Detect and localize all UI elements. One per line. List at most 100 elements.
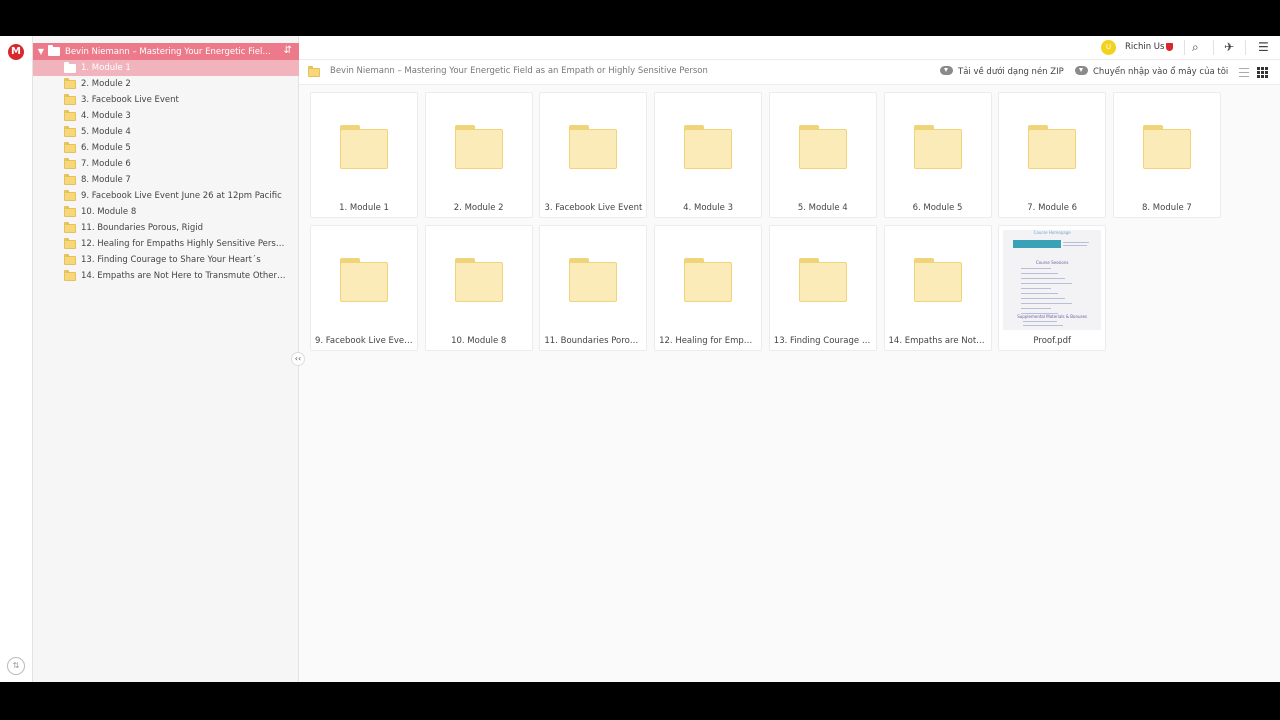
tree-item[interactable]: 9. Facebook Live Event June 26 at 12pm P… bbox=[33, 188, 299, 204]
tree-item[interactable]: 3. Facebook Live Event bbox=[33, 92, 299, 108]
card-name: 11. Boundaries Porous, Rigid bbox=[544, 336, 643, 346]
card-name: 3. Facebook Live Event bbox=[544, 203, 643, 213]
import-to-cloud-button[interactable]: Chuyển nhập vào ổ mây của tôi bbox=[1093, 67, 1228, 77]
tree-item-label: 8. Module 7 bbox=[81, 175, 131, 185]
folder-card[interactable]: 11. Boundaries Porous, Rigid bbox=[539, 225, 648, 351]
folder-icon bbox=[308, 66, 320, 77]
tree-item-label: 6. Module 5 bbox=[81, 143, 131, 153]
tree-item[interactable]: 2. Module 2 bbox=[33, 76, 299, 92]
card-name: 7. Module 6 bbox=[1027, 203, 1078, 213]
tree-item[interactable]: 10. Module 8 bbox=[33, 204, 299, 220]
folder-card[interactable]: 8. Module 7 bbox=[1112, 92, 1221, 218]
pdf-thumbnail: Course Homepage Course Sessions Supplement… bbox=[1003, 230, 1102, 330]
tree-root-folder[interactable]: ▼ Bevin Niemann – Mastering Your Energet… bbox=[33, 43, 299, 60]
folder-icon bbox=[569, 125, 618, 169]
file-card[interactable]: Course Homepage Course Sessions Supplement… bbox=[998, 225, 1107, 351]
tree-item-label: 5. Module 4 bbox=[81, 127, 131, 137]
folder-card[interactable]: 13. Finding Courage to Share Your Heart´… bbox=[768, 225, 877, 351]
card-name: 9. Facebook Live Event June 26 at 12pm P… bbox=[315, 336, 413, 346]
left-rail: M ⇅ bbox=[0, 36, 33, 682]
folder-card[interactable]: 1. Module 1 bbox=[310, 92, 418, 218]
tree-item-label: 12. Healing for Empaths Highly Sensitive… bbox=[81, 239, 287, 249]
mega-app-window: M ⇅ ▼ Bevin Niemann – Mastering Your Ene… bbox=[0, 36, 1280, 682]
folder-card[interactable]: 6. Module 5 bbox=[883, 92, 992, 218]
folder-icon bbox=[913, 125, 962, 169]
tree-item[interactable]: 5. Module 4 bbox=[33, 124, 299, 140]
card-name: 12. Healing for Empaths Highly Sensitive… bbox=[659, 336, 757, 346]
folder-card[interactable]: 5. Module 4 bbox=[768, 92, 877, 218]
download-zip-button[interactable]: Tải về dưới dạng nén ZIP bbox=[958, 67, 1064, 77]
folder-icon bbox=[64, 125, 76, 137]
thumb-section: Supplemental Materials & Bonuses bbox=[1017, 314, 1088, 319]
folder-tree-panel: ▼ Bevin Niemann – Mastering Your Energet… bbox=[33, 36, 299, 682]
sort-icon[interactable]: ⇵ bbox=[284, 45, 292, 56]
folder-card[interactable]: 7. Module 6 bbox=[998, 92, 1107, 218]
folder-card[interactable]: 12. Healing for Empaths Highly Sensitive… bbox=[654, 225, 763, 351]
divider bbox=[1184, 40, 1185, 55]
tree-item-label: 4. Module 3 bbox=[81, 111, 131, 121]
user-name[interactable]: Richin Us bbox=[1125, 42, 1164, 52]
folder-icon bbox=[48, 45, 60, 56]
tree-item-label: 10. Module 8 bbox=[81, 207, 137, 217]
folder-icon bbox=[340, 258, 388, 302]
card-name: 14. Empaths are Not Here to Transmute Ot… bbox=[888, 336, 987, 346]
caret-down-icon[interactable]: ▼ bbox=[34, 47, 48, 56]
divider bbox=[1213, 40, 1214, 55]
avatar[interactable]: U bbox=[1101, 40, 1116, 55]
cloud-upload-icon[interactable] bbox=[1075, 66, 1088, 75]
tree-item[interactable]: 4. Module 3 bbox=[33, 108, 299, 124]
folder-icon bbox=[64, 253, 76, 265]
folder-icon bbox=[64, 61, 76, 73]
grid-view-icon[interactable] bbox=[1257, 67, 1268, 78]
card-name: 8. Module 7 bbox=[1141, 203, 1192, 213]
tree-item-label: 11. Boundaries Porous, Rigid bbox=[81, 223, 204, 233]
folder-card[interactable]: 9. Facebook Live Event June 26 at 12pm P… bbox=[310, 225, 418, 351]
collapse-panel-button[interactable]: ‹‹ bbox=[291, 352, 305, 366]
transfer-icon[interactable]: ⇅ bbox=[7, 657, 25, 675]
tree-item[interactable]: 1. Module 1 bbox=[33, 60, 299, 76]
folder-icon bbox=[569, 258, 618, 302]
folder-icon bbox=[684, 125, 733, 169]
tree-item[interactable]: 11. Boundaries Porous, Rigid bbox=[33, 220, 299, 236]
tree-item[interactable]: 6. Module 5 bbox=[33, 140, 299, 156]
thumb-section: Course Sessions bbox=[1035, 260, 1069, 265]
folder-icon bbox=[340, 125, 388, 169]
tree-item-label: 7. Module 6 bbox=[81, 159, 131, 169]
card-name: Proof.pdf bbox=[1033, 336, 1071, 346]
folder-icon bbox=[454, 258, 503, 302]
tree-item[interactable]: 8. Module 7 bbox=[33, 172, 299, 188]
folder-icon bbox=[64, 173, 76, 185]
card-name: 10. Module 8 bbox=[451, 336, 507, 346]
folder-icon bbox=[64, 189, 76, 201]
cloud-download-icon[interactable] bbox=[940, 66, 953, 75]
top-bar: U Richin Us ⌕ ✈ ☰ bbox=[299, 36, 1280, 60]
search-icon[interactable]: ⌕ bbox=[1192, 40, 1199, 55]
breadcrumb[interactable]: Bevin Niemann – Mastering Your Energetic… bbox=[330, 66, 708, 76]
folder-icon bbox=[454, 125, 503, 169]
card-name: 5. Module 4 bbox=[797, 203, 848, 213]
folder-icon bbox=[798, 125, 847, 169]
folder-card[interactable]: 3. Facebook Live Event bbox=[539, 92, 648, 218]
tree-item[interactable]: 14. Empaths are Not Here to Transmute Ot… bbox=[33, 268, 299, 284]
folder-card[interactable]: 14. Empaths are Not Here to Transmute Ot… bbox=[883, 225, 992, 351]
tree-item[interactable]: 13. Finding Courage to Share Your Heart´… bbox=[33, 252, 299, 268]
mega-logo-icon[interactable]: M bbox=[8, 44, 24, 60]
tree-item-label: 2. Module 2 bbox=[81, 79, 131, 89]
tree-item[interactable]: 7. Module 6 bbox=[33, 156, 299, 172]
list-view-icon[interactable] bbox=[1239, 68, 1249, 77]
tree-item-label: 13. Finding Courage to Share Your Heart´… bbox=[81, 255, 261, 265]
tree-item[interactable]: 12. Healing for Empaths Highly Sensitive… bbox=[33, 236, 299, 252]
folder-card[interactable]: 2. Module 2 bbox=[424, 92, 533, 218]
rocket-icon[interactable]: ✈ bbox=[1224, 40, 1234, 54]
folder-icon bbox=[64, 221, 76, 233]
folder-card[interactable]: 4. Module 3 bbox=[654, 92, 763, 218]
folder-icon bbox=[64, 237, 76, 249]
tree-item-label: 9. Facebook Live Event June 26 at 12pm P… bbox=[81, 191, 282, 201]
folder-icon bbox=[64, 77, 76, 89]
menu-icon[interactable]: ☰ bbox=[1258, 40, 1269, 54]
folder-icon bbox=[684, 258, 733, 302]
folder-icon bbox=[64, 157, 76, 169]
folder-icon bbox=[1142, 125, 1191, 169]
folder-card[interactable]: 10. Module 8 bbox=[424, 225, 533, 351]
folder-icon bbox=[798, 258, 847, 302]
